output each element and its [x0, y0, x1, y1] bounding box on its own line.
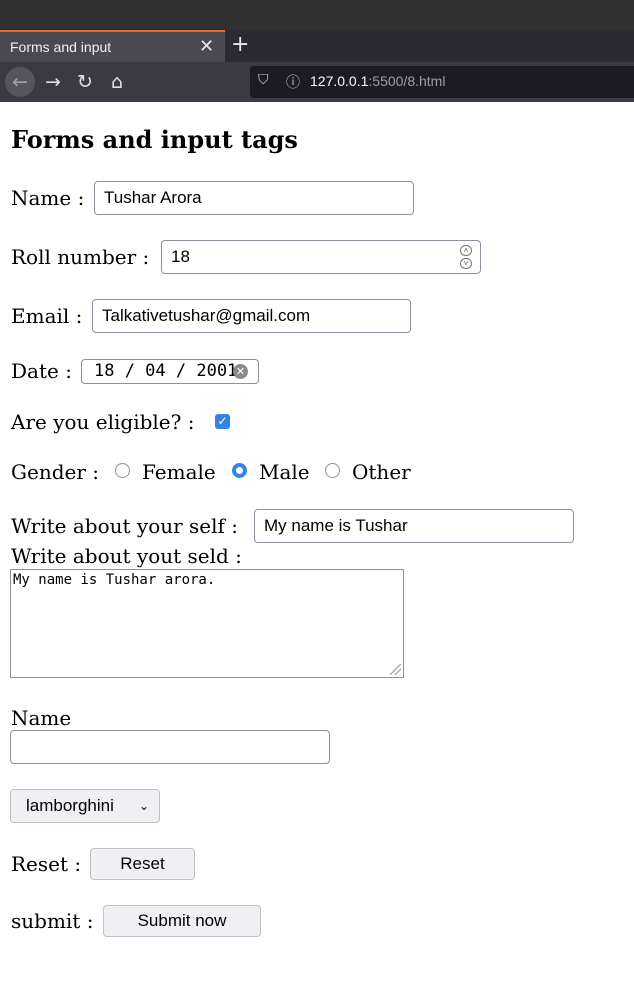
spin-up-icon[interactable]: ˄	[460, 245, 472, 256]
navigation-toolbar: ← → ↻ ⌂ ⛉ ⓘ 127.0.0.1:5500/8.html	[0, 62, 634, 102]
submit-label: submit :	[11, 909, 94, 933]
forward-icon[interactable]: →	[38, 67, 68, 97]
about-textarea-value: My name is Tushar arora.	[13, 572, 216, 588]
resize-grip-icon[interactable]	[390, 664, 401, 675]
date-value: 18 / 04 / 2001	[94, 361, 238, 381]
clear-date-icon[interactable]: ✕	[233, 364, 248, 379]
name2-label: Name	[11, 706, 72, 730]
radio-male-label: Male	[259, 460, 310, 484]
radio-female-label: Female	[142, 460, 216, 484]
page-heading: Forms and input tags	[11, 125, 298, 154]
name-label: Name :	[11, 186, 85, 210]
name2-input[interactable]	[10, 730, 330, 764]
address-bar[interactable]: ⛉ ⓘ 127.0.0.1:5500/8.html	[250, 66, 634, 98]
name-input[interactable]: Tushar Arora	[94, 181, 414, 215]
radio-male[interactable]	[232, 463, 247, 478]
gender-label: Gender :	[11, 460, 99, 484]
email-input[interactable]: Talkativetushar@gmail.com	[92, 299, 411, 333]
about-yourself-input[interactable]: My name is Tushar	[254, 509, 574, 543]
home-icon[interactable]: ⌂	[102, 67, 132, 97]
eligible-label: Are you eligible? :	[11, 410, 195, 434]
tab-forms-and-input[interactable]: Forms and input ✕	[0, 30, 225, 62]
new-tab-icon[interactable]: +	[231, 32, 249, 57]
radio-female[interactable]	[115, 463, 130, 478]
url-path: :5500/8.html	[368, 73, 446, 89]
back-icon[interactable]: ←	[5, 67, 35, 97]
url-host: 127.0.0.1	[310, 73, 369, 89]
reset-button[interactable]: Reset	[90, 848, 195, 880]
info-icon[interactable]: ⓘ	[286, 72, 300, 92]
chevron-down-icon: ⌄	[138, 799, 149, 813]
about-textarea-label: Write about yout seld :	[11, 544, 242, 568]
roll-number-input[interactable]: 18 ˄ ˅	[161, 240, 481, 274]
eligible-checkbox[interactable]: ✓	[215, 414, 230, 429]
number-spinner[interactable]: ˄ ˅	[460, 245, 472, 269]
spin-down-icon[interactable]: ˅	[460, 258, 472, 269]
reload-icon[interactable]: ↻	[70, 67, 100, 97]
roll-number-value: 18	[171, 247, 190, 266]
about-textarea[interactable]: My name is Tushar arora.	[10, 569, 404, 678]
window-titlebar	[0, 0, 634, 30]
shield-icon[interactable]: ⛉	[258, 72, 269, 88]
tab-strip: Forms and input ✕ +	[0, 30, 634, 62]
reset-label: Reset :	[11, 852, 82, 876]
submit-button[interactable]: Submit now	[103, 905, 261, 937]
tab-title: Forms and input	[10, 39, 112, 55]
about-yourself-label: Write about your self :	[11, 514, 239, 538]
car-select[interactable]: lamborghini ⌄	[10, 789, 160, 823]
date-label: Date :	[11, 359, 72, 383]
car-select-value: lamborghini	[26, 796, 114, 815]
page-content: Forms and input tags Name : Tushar Arora…	[0, 102, 634, 986]
date-input[interactable]: 18 / 04 / 2001 ✕	[81, 359, 259, 384]
email-label: Email :	[11, 304, 83, 328]
roll-number-label: Roll number :	[11, 245, 150, 269]
close-tab-icon[interactable]: ✕	[199, 36, 214, 57]
radio-other[interactable]	[325, 463, 340, 478]
url-text: 127.0.0.1:5500/8.html	[310, 73, 445, 89]
radio-other-label: Other	[352, 460, 411, 484]
